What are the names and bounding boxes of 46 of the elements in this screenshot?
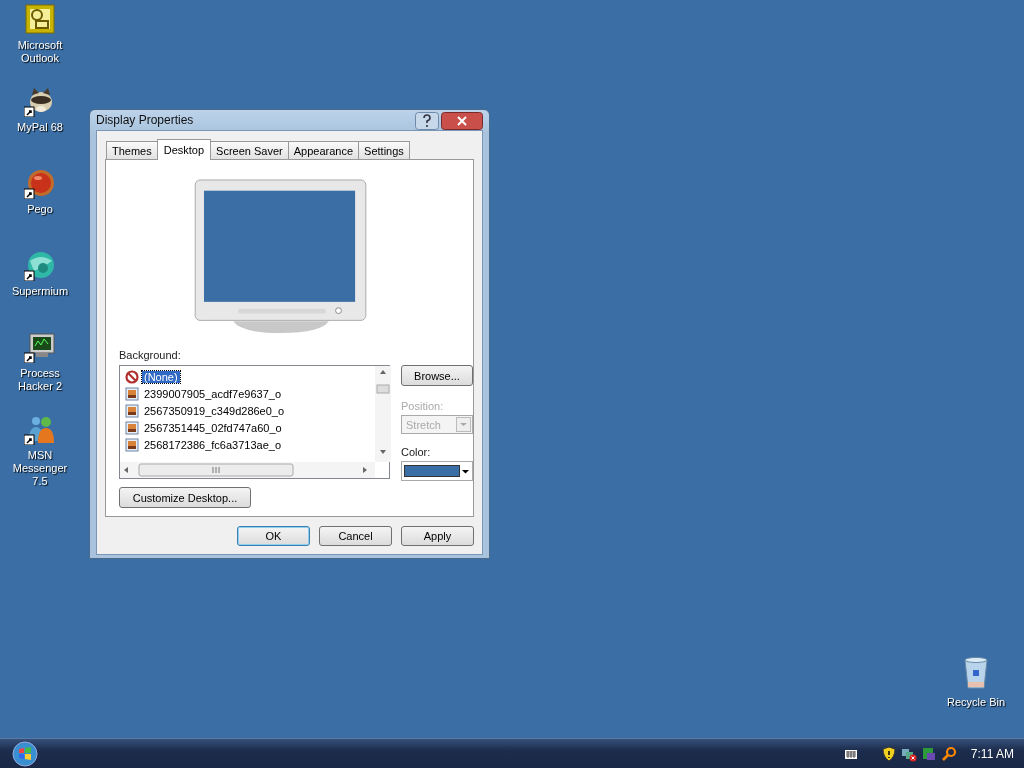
color-label: Color: [401,446,432,458]
list-item[interactable]: (None) [142,370,180,383]
horizontal-scrollbar[interactable] [120,462,375,478]
tab[interactable]: Themes [106,141,158,159]
list-item[interactable]: 2567351445_02fd747a60_o [142,421,284,434]
start-button[interactable] [10,739,40,768]
image-file-icon [125,386,139,401]
help-icon[interactable] [415,112,439,130]
desktop-icon-label[interactable]: MyPal 68 [17,121,63,134]
position-label: Position: [401,400,445,412]
desktop-icon-label[interactable]: Microsoft Outlook [9,39,71,65]
monitor-shortcut-icon[interactable] [24,331,56,363]
image-file-icon [125,403,139,418]
background-label: Background: [119,349,182,361]
desktop-icon-label[interactable]: MSN Messenger 7.5 [9,449,71,488]
browse-button[interactable]: Browse... [401,365,473,386]
image-file-icon [125,437,139,452]
shield-icon[interactable] [880,745,897,762]
tab[interactable]: Desktop [156,139,212,160]
desktop-icon-label[interactable]: Recycle Bin [946,696,1006,708]
desktop-icon-label[interactable]: Pego [27,203,53,216]
image-file-icon [125,420,139,435]
desktop-icon-label[interactable]: Supermium [11,285,69,298]
list-item[interactable]: 2568172386_fc6a3713ae_o [142,438,284,451]
app-tray-icon[interactable] [920,745,937,762]
dialog-button[interactable]: OK [237,526,310,546]
window-title: Display Properties [96,113,194,127]
desktop-icon-label[interactable]: Process Hacker 2 [9,367,71,393]
customize-desktop-button[interactable]: Customize Desktop... [119,487,251,508]
trash-icon[interactable] [961,656,991,690]
dialog-button[interactable]: Cancel [319,526,392,546]
ball-shortcut-icon[interactable] [24,167,56,199]
vertical-scrollbar[interactable] [375,366,391,462]
list-item[interactable]: 2399007905_acdf7e9637_o [142,387,284,400]
tab[interactable]: Appearance [287,141,360,159]
list-item[interactable]: 2567350919_c349d286e0_o [142,404,287,417]
search-icon[interactable] [940,745,957,762]
tab[interactable]: Screen Saver [210,141,289,159]
dialog-button[interactable]: Apply [401,526,474,546]
color-picker[interactable] [401,461,473,481]
background-list[interactable]: (None) 2399007905_acdf7e9637_o 2567350919_c349d286e0_o 2567351445_02fd747a60_o 2568172386_fc6a3713ae_o [119,365,390,479]
no-entry-icon [125,369,139,384]
tab[interactable]: Settings [358,141,410,159]
close-icon[interactable] [441,112,483,130]
clock[interactable]: 7:11 AM [970,746,1014,761]
globe-shortcut-icon[interactable] [24,249,56,281]
